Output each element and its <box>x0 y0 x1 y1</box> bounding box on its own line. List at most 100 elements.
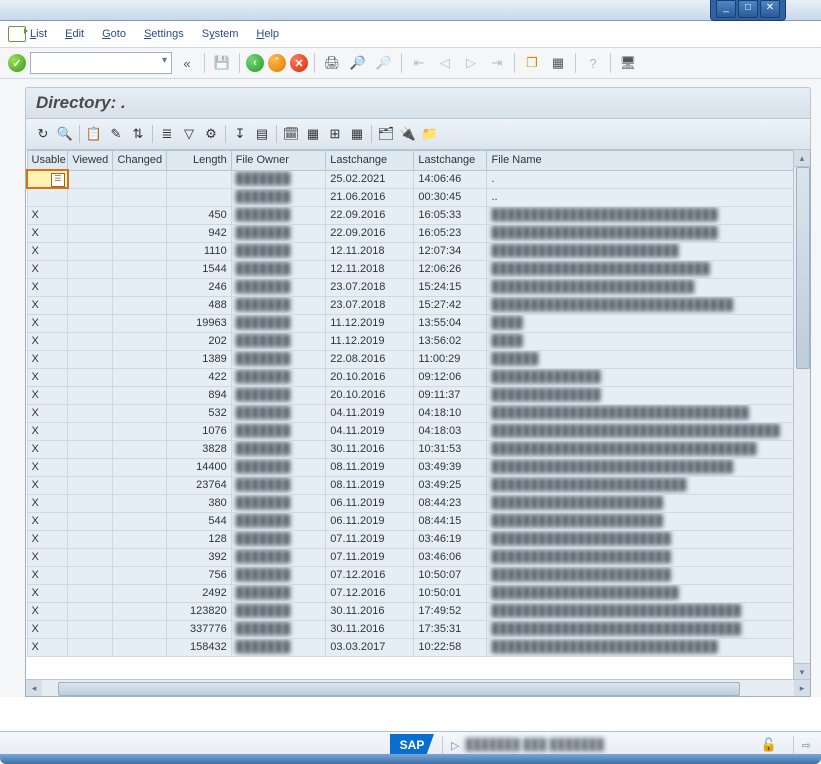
col-changed[interactable]: Changed <box>113 151 167 171</box>
cell-usable[interactable]: X <box>27 494 68 512</box>
find-next-icon[interactable]: 🔎 <box>373 52 395 74</box>
cell-date[interactable]: 07.12.2016 <box>326 566 414 584</box>
table-row[interactable]: X246███████23.07.201815:24:15███████████… <box>27 278 810 296</box>
cell-changed[interactable] <box>113 584 167 602</box>
cell-changed[interactable] <box>113 188 167 206</box>
cell-usable[interactable]: X <box>27 368 68 386</box>
menu-help[interactable]: Help <box>256 28 279 40</box>
cell-time[interactable]: 08:44:23 <box>414 494 487 512</box>
shortcut-icon[interactable]: ▦ <box>547 52 569 74</box>
cell-length[interactable]: 2492 <box>167 584 231 602</box>
table-row[interactable]: X3828███████30.11.201610:31:53██████████… <box>27 440 810 458</box>
table-row[interactable]: X488███████23.07.201815:27:42███████████… <box>27 296 810 314</box>
cell-name[interactable]: ████████████████████████████████ <box>487 602 810 620</box>
cell-time[interactable]: 04:18:03 <box>414 422 487 440</box>
exit-button[interactable]: ˆ <box>268 54 286 72</box>
save-icon[interactable]: 💾 <box>211 52 233 74</box>
cell-time[interactable]: 17:49:52 <box>414 602 487 620</box>
cell-changed[interactable] <box>113 566 167 584</box>
cell-length[interactable]: 1389 <box>167 350 231 368</box>
cell-viewed[interactable] <box>68 476 113 494</box>
cell-length[interactable]: 246 <box>167 278 231 296</box>
cell-name[interactable]: ████ <box>487 314 810 332</box>
cell-name[interactable]: █████████████████████████████ <box>487 224 810 242</box>
cell-name[interactable]: ███████████████████████ <box>487 566 810 584</box>
cell-date[interactable]: 08.11.2019 <box>326 476 414 494</box>
local-layout-icon[interactable]: 🖥 <box>617 52 639 74</box>
find-icon[interactable]: 🔎 <box>347 52 369 74</box>
cell-length[interactable]: 450 <box>167 206 231 224</box>
col-owner[interactable]: File Owner <box>231 151 326 171</box>
cell-date[interactable]: 04.11.2019 <box>326 404 414 422</box>
cell-viewed[interactable] <box>68 548 113 566</box>
table-row[interactable]: X123820███████30.11.201617:49:52████████… <box>27 602 810 620</box>
cell-changed[interactable] <box>113 638 167 656</box>
table-row[interactable]: X894███████20.10.201609:11:37███████████… <box>27 386 810 404</box>
alv-btn-8[interactable]: ↧ <box>229 123 251 145</box>
cell-time[interactable]: 15:24:15 <box>414 278 487 296</box>
cell-length[interactable]: 532 <box>167 404 231 422</box>
menu-edit[interactable]: Edit <box>65 28 84 40</box>
cell-name[interactable]: ██████████████████████████████████ <box>487 440 810 458</box>
cell-changed[interactable] <box>113 278 167 296</box>
cell-name[interactable]: ███████████████████████████████ <box>487 296 810 314</box>
cell-owner[interactable]: ███████ <box>231 584 326 602</box>
status-last-icon[interactable]: ⇨ <box>802 739 811 752</box>
cell-time[interactable]: 10:31:53 <box>414 440 487 458</box>
table-row[interactable]: ███████21.06.201600:30:45.. <box>27 188 810 206</box>
col-usable[interactable]: Usable <box>27 151 68 171</box>
hscroll-thumb[interactable] <box>58 682 740 696</box>
alv-btn-1[interactable]: 🔍 <box>54 123 76 145</box>
cell-changed[interactable] <box>113 260 167 278</box>
cell-time[interactable]: 00:30:45 <box>414 188 487 206</box>
cell-date[interactable]: 30.11.2016 <box>326 602 414 620</box>
cell-owner[interactable]: ███████ <box>231 620 326 638</box>
cell-usable[interactable]: X <box>27 332 68 350</box>
cell-viewed[interactable] <box>68 566 113 584</box>
cell-time[interactable]: 17:35:31 <box>414 620 487 638</box>
cell-usable[interactable]: X <box>27 422 68 440</box>
cell-time[interactable]: 03:49:25 <box>414 476 487 494</box>
cell-date[interactable]: 25.02.2021 <box>326 170 414 188</box>
cell-usable[interactable]: X <box>27 314 68 332</box>
cell-length[interactable]: 380 <box>167 494 231 512</box>
cell-time[interactable]: 13:56:02 <box>414 332 487 350</box>
cell-date[interactable]: 22.09.2016 <box>326 224 414 242</box>
cell-date[interactable]: 21.06.2016 <box>326 188 414 206</box>
cell-date[interactable]: 06.11.2019 <box>326 494 414 512</box>
cell-changed[interactable] <box>113 332 167 350</box>
cell-viewed[interactable] <box>68 224 113 242</box>
cell-changed[interactable] <box>113 494 167 512</box>
cell-length[interactable]: 422 <box>167 368 231 386</box>
cell-changed[interactable] <box>113 170 167 188</box>
cell-length[interactable]: 23764 <box>167 476 231 494</box>
cell-changed[interactable] <box>113 476 167 494</box>
cell-length[interactable]: 488 <box>167 296 231 314</box>
alv-btn-6[interactable]: ▽ <box>178 123 200 145</box>
cell-date[interactable]: 20.10.2016 <box>326 368 414 386</box>
alv-btn-7[interactable]: ⚙ <box>200 123 222 145</box>
cell-viewed[interactable] <box>68 206 113 224</box>
help-icon[interactable]: ? <box>582 52 604 74</box>
cell-owner[interactable]: ███████ <box>231 260 326 278</box>
alv-btn-13[interactable]: ▦ <box>346 123 368 145</box>
cell-usable[interactable]: X <box>27 638 68 656</box>
table-row[interactable]: X544███████06.11.201908:44:15███████████… <box>27 512 810 530</box>
cell-usable[interactable]: X <box>27 476 68 494</box>
alv-btn-3[interactable]: ✎ <box>105 123 127 145</box>
cell-date[interactable]: 20.10.2016 <box>326 386 414 404</box>
history-back-icon[interactable]: « <box>176 52 198 74</box>
cell-owner[interactable]: ███████ <box>231 242 326 260</box>
scroll-up-icon[interactable]: ▴ <box>794 150 810 167</box>
cell-time[interactable]: 13:55:04 <box>414 314 487 332</box>
cell-length[interactable]: 337776 <box>167 620 231 638</box>
cell-viewed[interactable] <box>68 296 113 314</box>
cell-time[interactable]: 14:06:46 <box>414 170 487 188</box>
next-page-icon[interactable]: ▷ <box>460 52 482 74</box>
cell-owner[interactable]: ███████ <box>231 494 326 512</box>
cell-usable[interactable]: X <box>27 206 68 224</box>
cell-owner[interactable]: ███████ <box>231 368 326 386</box>
cell-name[interactable]: ██████████████ <box>487 386 810 404</box>
cell-viewed[interactable] <box>68 404 113 422</box>
cell-date[interactable]: 23.07.2018 <box>326 296 414 314</box>
